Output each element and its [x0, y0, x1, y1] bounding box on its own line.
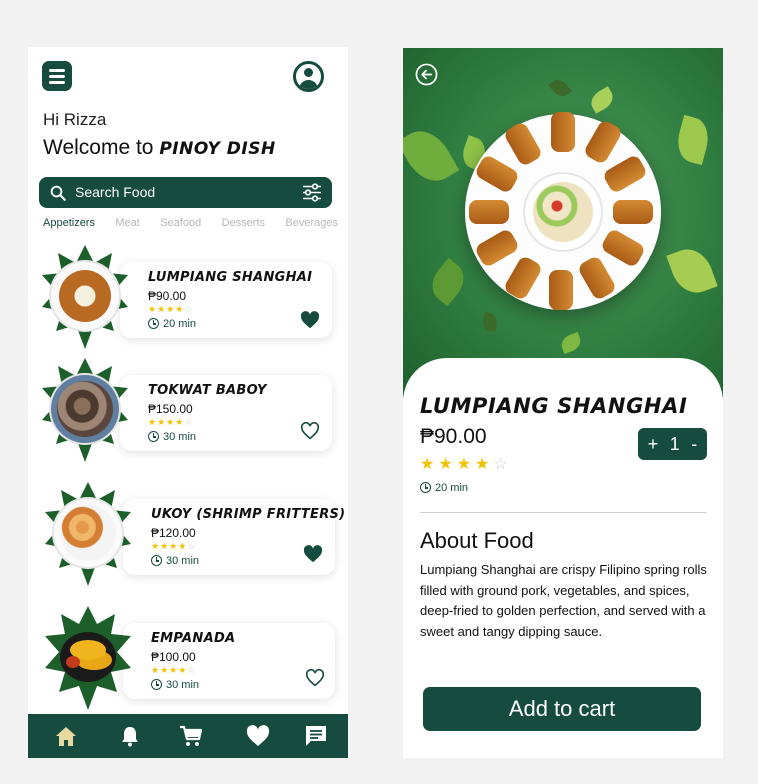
quantity-stepper: + 1 - [638, 428, 707, 460]
tab-meat[interactable]: Meat [115, 217, 139, 229]
detail-sheet: LUMPIANG SHANGHAI ₱90.00 ★★★★☆ 20 min + … [403, 358, 723, 758]
cart-icon[interactable] [179, 724, 203, 748]
food-card[interactable]: LUMPIANG SHANGHAI ₱90.00 ★★★★☆ 20 min [120, 262, 332, 338]
prep-time-value: 30 min [166, 555, 200, 567]
food-card[interactable]: UKOY (SHRIMP FRITTERS) ₱120.00 ★★★★☆ 30 … [123, 499, 345, 575]
food-name: TOKWAT BABOY [148, 383, 267, 398]
dish-plate [465, 112, 661, 310]
heart-filled-icon[interactable] [303, 545, 323, 563]
food-card[interactable]: TOKWAT BABOY ₱150.00 ★★★★☆ 30 min [120, 375, 332, 451]
prep-time: 30 min [151, 555, 199, 567]
food-image [45, 606, 131, 710]
category-tabs: Appetizers Meat Seafood Desserts Beverag… [43, 217, 338, 229]
food-price: ₱150.00 [148, 402, 193, 416]
about-description: Lumpiang Shanghai are crispy Filipino sp… [420, 562, 707, 639]
clock-icon [148, 431, 159, 442]
food-price: ₱120.00 [151, 526, 196, 540]
prep-time: 30 min [151, 679, 199, 691]
food-hero-image [403, 48, 723, 398]
rating-stars: ★★★★☆ [148, 304, 194, 314]
increase-button[interactable]: + [648, 434, 659, 455]
clock-icon [148, 318, 159, 329]
decrease-button[interactable]: - [691, 434, 697, 455]
detail-screen: LUMPIANG SHANGHAI ₱90.00 ★★★★☆ 20 min + … [403, 48, 723, 758]
prep-time-value: 20 min [435, 482, 469, 494]
tab-seafood[interactable]: Seafood [160, 217, 201, 229]
food-title: LUMPIANG SHANGHAI [420, 394, 688, 418]
rating-stars: ★★★★☆ [151, 665, 197, 675]
food-price: ₱100.00 [151, 650, 196, 664]
brand-name: PINOY DISH [159, 139, 276, 159]
heart-outline-icon[interactable] [305, 669, 325, 687]
clock-icon [420, 482, 431, 493]
prep-time-value: 20 min [163, 318, 197, 330]
heart-filled-icon[interactable] [300, 311, 320, 329]
food-name: LUMPIANG SHANGHAI [148, 270, 313, 285]
rating-stars: ★★★★☆ [420, 456, 512, 473]
rating-stars: ★★★★☆ [151, 541, 197, 551]
bell-icon[interactable] [118, 724, 142, 748]
quantity-value: 1 [669, 433, 680, 454]
divider [420, 512, 707, 513]
back-arrow-icon[interactable] [415, 63, 438, 86]
food-name: EMPANADA [151, 631, 236, 646]
search-input[interactable]: Search Food [75, 184, 155, 200]
clock-icon [151, 679, 162, 690]
prep-time-value: 30 min [163, 431, 197, 443]
welcome-prefix: Welcome to [43, 136, 160, 159]
bottom-nav [28, 714, 348, 758]
home-icon[interactable] [54, 724, 78, 748]
heart-outline-icon[interactable] [300, 422, 320, 440]
search-icon [50, 185, 66, 201]
greeting-text: Hi Rizza [43, 110, 107, 129]
prep-time: 20 min [420, 482, 468, 494]
tab-beverages[interactable]: Beverages [285, 217, 338, 229]
tab-desserts[interactable]: Desserts [222, 217, 265, 229]
chat-icon[interactable] [304, 724, 328, 748]
menu-icon[interactable] [42, 61, 72, 91]
tab-appetizers[interactable]: Appetizers [43, 217, 95, 229]
clock-icon [151, 555, 162, 566]
rating-stars: ★★★★☆ [148, 417, 194, 427]
search-bar[interactable]: Search Food [39, 177, 332, 208]
food-image [42, 245, 128, 349]
food-price: ₱90.00 [420, 425, 487, 448]
food-image [42, 358, 128, 462]
about-heading: About Food [420, 528, 534, 553]
home-screen: Hi Rizza Welcome to PINOY DISH Search Fo… [28, 47, 348, 758]
prep-time: 20 min [148, 318, 196, 330]
food-price: ₱90.00 [148, 289, 187, 303]
prep-time-value: 30 min [166, 679, 200, 691]
food-name: UKOY (SHRIMP FRITTERS) [151, 507, 346, 522]
food-image [45, 482, 131, 586]
prep-time: 30 min [148, 431, 196, 443]
heart-icon[interactable] [246, 724, 270, 748]
add-to-cart-button[interactable]: Add to cart [423, 687, 701, 731]
welcome-heading: Welcome to PINOY DISH [43, 136, 276, 160]
food-card[interactable]: EMPANADA ₱100.00 ★★★★☆ 30 min [123, 623, 335, 699]
profile-icon[interactable] [293, 61, 324, 92]
filter-icon[interactable] [302, 183, 322, 202]
